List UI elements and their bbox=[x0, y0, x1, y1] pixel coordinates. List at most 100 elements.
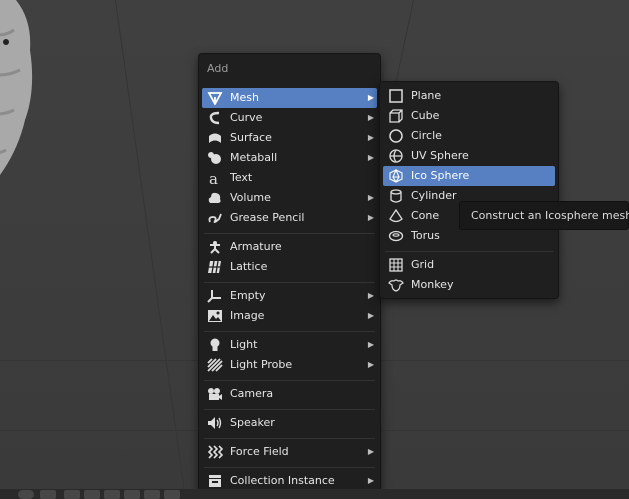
record-icon[interactable] bbox=[40, 490, 56, 499]
force-field-icon bbox=[207, 445, 223, 459]
play-reverse-icon[interactable] bbox=[104, 490, 120, 499]
lattice-icon bbox=[208, 260, 221, 274]
metaball-icon bbox=[208, 152, 221, 164]
ico-sphere-icon bbox=[389, 169, 403, 183]
menu-item-label: Armature bbox=[230, 240, 282, 253]
prev-keyframe-icon[interactable] bbox=[84, 490, 100, 499]
submenu-arrow-icon: ▶ bbox=[367, 340, 374, 349]
svg-text:a: a bbox=[209, 171, 218, 185]
mesh-item-cube[interactable]: Cube bbox=[383, 106, 555, 126]
menu-item-grease-pencil[interactable]: Grease Pencil ▶ bbox=[202, 208, 377, 228]
menu-item-label: UV Sphere bbox=[411, 149, 469, 162]
mesh-item-circle[interactable]: Circle bbox=[383, 126, 555, 146]
submenu-arrow-icon: ▶ bbox=[367, 193, 374, 202]
menu-item-metaball[interactable]: Metaball ▶ bbox=[202, 148, 377, 168]
menu-item-armature[interactable]: Armature bbox=[202, 237, 377, 257]
menu-item-mesh[interactable]: Mesh ▶ bbox=[202, 88, 377, 108]
menu-separator bbox=[204, 331, 375, 332]
mesh-item-grid[interactable]: Grid bbox=[383, 255, 555, 275]
menu-item-curve[interactable]: Curve ▶ bbox=[202, 108, 377, 128]
menu-item-surface[interactable]: Surface ▶ bbox=[202, 128, 377, 148]
menu-item-label: Torus bbox=[411, 229, 440, 242]
menu-item-label: Light Probe bbox=[230, 358, 293, 371]
surface-icon bbox=[209, 133, 221, 143]
sculpt-object[interactable] bbox=[0, 0, 40, 190]
menu-separator bbox=[204, 438, 375, 439]
menu-separator bbox=[204, 409, 375, 410]
menu-item-image[interactable]: Image ▶ bbox=[202, 306, 377, 326]
menu-item-light-probe[interactable]: Light Probe ▶ bbox=[202, 355, 377, 375]
jump-start-icon[interactable] bbox=[64, 490, 80, 499]
menu-item-label: Cone bbox=[411, 209, 440, 222]
circle-icon bbox=[389, 129, 403, 143]
submenu-arrow-icon: ▶ bbox=[367, 360, 374, 369]
uv-sphere-icon bbox=[389, 149, 403, 163]
menu-item-label: Image bbox=[230, 309, 265, 322]
menu-item-label: Cylinder bbox=[411, 189, 457, 202]
mesh-item-ico-sphere[interactable]: Ico Sphere bbox=[383, 166, 555, 186]
menu-item-label: Mesh bbox=[230, 91, 259, 104]
menu-item-camera[interactable]: Camera bbox=[202, 384, 377, 404]
submenu-arrow-icon: ▶ bbox=[367, 133, 374, 142]
monkey-icon bbox=[388, 279, 404, 292]
menu-item-label: Lattice bbox=[230, 260, 268, 273]
submenu-arrow-icon: ▶ bbox=[367, 113, 374, 122]
grease-pencil-icon bbox=[208, 213, 222, 224]
light-icon bbox=[210, 338, 220, 351]
jump-end-icon[interactable] bbox=[164, 490, 180, 499]
submenu-arrow-icon: ▶ bbox=[367, 153, 374, 162]
menu-item-lattice[interactable]: Lattice bbox=[202, 257, 377, 277]
torus-icon bbox=[388, 230, 404, 242]
menu-item-force-field[interactable]: Force Field ▶ bbox=[202, 442, 377, 462]
menu-item-text[interactable]: a Text bbox=[202, 168, 377, 188]
menu-item-label: Volume bbox=[230, 191, 271, 204]
menu-item-label: Ico Sphere bbox=[411, 169, 470, 182]
menu-item-light[interactable]: Light ▶ bbox=[202, 335, 377, 355]
menu-separator bbox=[204, 380, 375, 381]
camera-icon bbox=[208, 388, 222, 400]
menu-separator bbox=[385, 251, 553, 252]
submenu-arrow-icon: ▶ bbox=[367, 476, 374, 485]
next-keyframe-icon[interactable] bbox=[144, 490, 160, 499]
mesh-submenu: Plane Cube Circle UV Sphere Ico Sphere C… bbox=[379, 81, 559, 299]
submenu-arrow-icon: ▶ bbox=[367, 93, 374, 102]
volume-icon bbox=[208, 192, 221, 203]
speaker-icon bbox=[208, 417, 222, 429]
tooltip: Construct an Icosphere mesh. bbox=[459, 201, 629, 230]
mesh-item-plane[interactable]: Plane bbox=[383, 86, 555, 106]
cone-icon bbox=[389, 209, 403, 223]
timeline-bar bbox=[0, 489, 629, 499]
menu-item-collection-instance[interactable]: Collection Instance ▶ bbox=[202, 471, 377, 491]
menu-item-label: Circle bbox=[411, 129, 442, 142]
menu-item-volume[interactable]: Volume ▶ bbox=[202, 188, 377, 208]
menu-item-label: Metaball bbox=[230, 151, 278, 164]
keyframe-icon[interactable] bbox=[18, 490, 34, 499]
menu-item-label: Camera bbox=[230, 387, 274, 400]
mesh-icon bbox=[207, 92, 223, 105]
menu-item-label: Text bbox=[230, 171, 253, 184]
menu-item-label: Plane bbox=[411, 89, 442, 102]
armature-icon bbox=[210, 241, 220, 254]
add-menu: Add Mesh ▶ Curve ▶ Surface ▶ Metaball ▶ … bbox=[198, 53, 381, 496]
play-icon[interactable] bbox=[124, 490, 140, 499]
menu-item-label: Grease Pencil bbox=[230, 211, 305, 224]
menu-item-label: Light bbox=[230, 338, 258, 351]
menu-item-label: Speaker bbox=[230, 416, 275, 429]
menu-title: Add bbox=[207, 62, 229, 75]
menu-item-empty[interactable]: Empty ▶ bbox=[202, 286, 377, 306]
light-probe-icon bbox=[207, 358, 223, 372]
mesh-item-uv-sphere[interactable]: UV Sphere bbox=[383, 146, 555, 166]
submenu-arrow-icon: ▶ bbox=[367, 311, 374, 320]
submenu-arrow-icon: ▶ bbox=[367, 291, 374, 300]
menu-item-label: Cube bbox=[411, 109, 440, 122]
submenu-arrow-icon: ▶ bbox=[367, 213, 374, 222]
mesh-item-monkey[interactable]: Monkey bbox=[383, 275, 555, 295]
cylinder-icon bbox=[390, 189, 402, 203]
image-icon bbox=[208, 310, 222, 322]
curve-icon bbox=[209, 111, 220, 125]
text-icon: a bbox=[209, 171, 218, 185]
menu-item-speaker[interactable]: Speaker bbox=[202, 413, 377, 433]
menu-item-label: Force Field bbox=[230, 445, 289, 458]
menu-separator bbox=[204, 467, 375, 468]
collection-instance-icon bbox=[209, 475, 221, 487]
